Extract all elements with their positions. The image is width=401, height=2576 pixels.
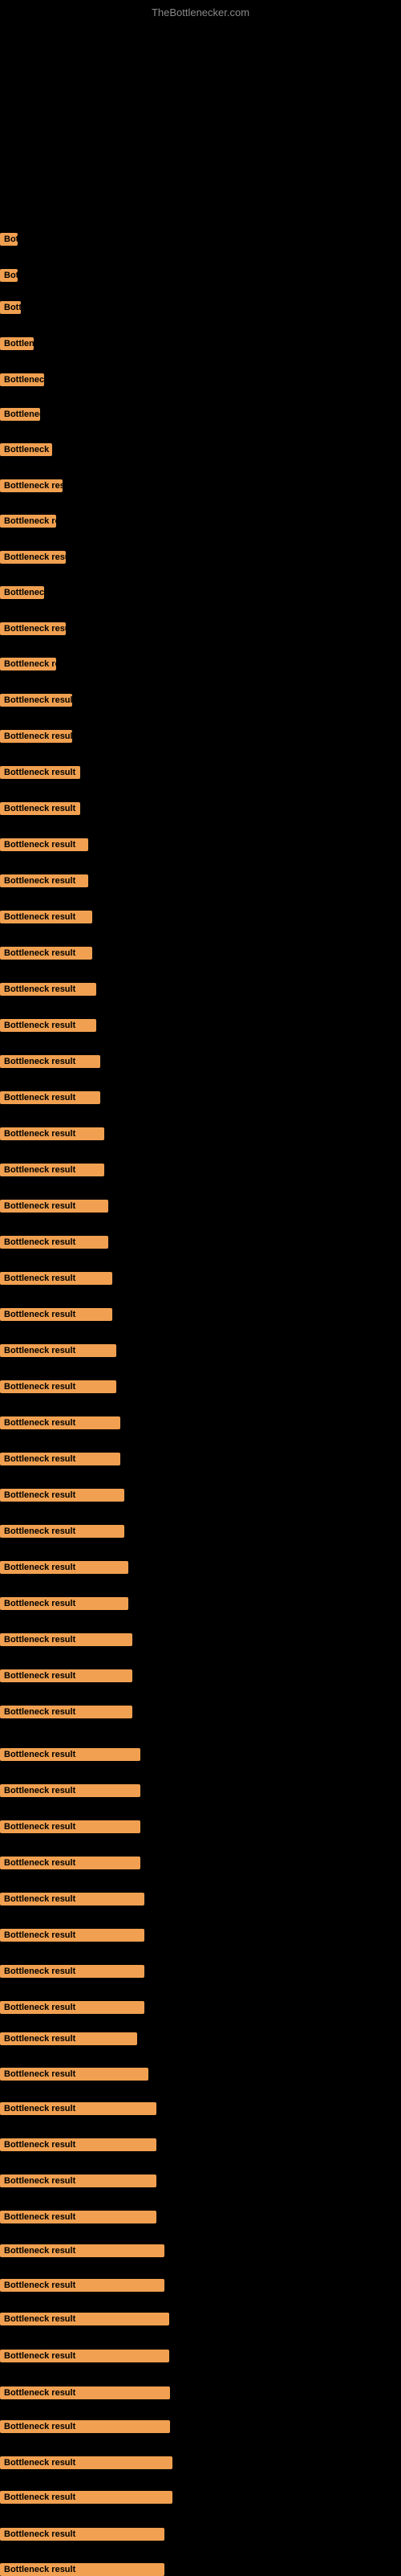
bottleneck-result-label: Bottleneck result — [0, 2386, 170, 2399]
bottleneck-result-label: Bottleneck result — [0, 479, 63, 492]
bottleneck-result-label: Bottleneck result — [0, 1272, 112, 1285]
bottleneck-result-label: Bottleneck result — [0, 1055, 100, 1068]
bottleneck-result-label: Bottleneck result — [0, 766, 80, 779]
bottleneck-result-label: Bottleneck result — [0, 1706, 132, 1718]
bottleneck-result-label: Bottleneck result — [0, 1019, 96, 1032]
bottleneck-result-label: Bottleneck result — [0, 2244, 164, 2257]
bottleneck-result-label: Bottleneck result — [0, 983, 96, 996]
bottleneck-result-label: Bottleneck result — [0, 2456, 172, 2469]
bottleneck-result-label: Bottleneck result — [0, 408, 40, 421]
bottleneck-result-label: Bottleneck result — [0, 1127, 104, 1140]
bottleneck-result-label: Bottleneck result — [0, 2138, 156, 2151]
bottleneck-result-label: Bottleneck result — [0, 1416, 120, 1429]
bottleneck-result-label: Bottleneck result — [0, 1091, 100, 1104]
bottleneck-result-label: Bottleneck result — [0, 911, 92, 923]
bottleneck-result-label: Bottleneck result — [0, 1200, 108, 1213]
bottleneck-result-label: Bottleneck result — [0, 443, 52, 456]
bottleneck-result-label: Bottleneck result — [0, 1929, 144, 1942]
bottleneck-result-label: Bottleneck result — [0, 2528, 164, 2541]
bottleneck-result-label: Bottleneck result — [0, 2491, 172, 2504]
bottleneck-result-label: Bottleneck result — [0, 1561, 128, 1574]
bottleneck-result-label: Bottleneck result — [0, 874, 88, 887]
bottleneck-result-label: Bottleneck result — [0, 269, 18, 282]
bottleneck-result-label: Bottleneck result — [0, 233, 18, 246]
bottleneck-result-label: Bottleneck result — [0, 1633, 132, 1646]
site-title: TheBottlenecker.com — [152, 6, 249, 18]
bottleneck-result-label: Bottleneck result — [0, 2068, 148, 2081]
bottleneck-result-label: Bottleneck result — [0, 2350, 169, 2362]
bottleneck-result-label: Bottleneck result — [0, 838, 88, 851]
bottleneck-result-label: Bottleneck result — [0, 2211, 156, 2223]
bottleneck-result-label: Bottleneck result — [0, 1965, 144, 1978]
bottleneck-result-label: Bottleneck result — [0, 2032, 137, 2045]
bottleneck-result-label: Bottleneck result — [0, 1380, 116, 1393]
bottleneck-result-label: Bottleneck result — [0, 2420, 170, 2433]
bottleneck-result-label: Bottleneck result — [0, 802, 80, 815]
bottleneck-result-label: Bottleneck result — [0, 1164, 104, 1176]
bottleneck-result-label: Bottleneck result — [0, 1748, 140, 1761]
bottleneck-result-label: Bottleneck result — [0, 337, 34, 350]
bottleneck-result-label: Bottleneck result — [0, 551, 66, 564]
bottleneck-result-label: Bottleneck result — [0, 1236, 108, 1249]
bottleneck-result-label: Bottleneck result — [0, 1308, 112, 1321]
bottleneck-result-label: Bottleneck result — [0, 1453, 120, 1465]
bottleneck-result-label: Bottleneck result — [0, 1820, 140, 1833]
bottleneck-result-label: Bottleneck result — [0, 1784, 140, 1797]
bottleneck-result-label: Bottleneck result — [0, 2175, 156, 2187]
bottleneck-result-label: Bottleneck result — [0, 1669, 132, 1682]
bottleneck-result-label: Bottleneck result — [0, 1893, 144, 1906]
bottleneck-result-label: Bottleneck result — [0, 373, 44, 386]
bottleneck-result-label: Bottleneck result — [0, 622, 66, 635]
bottleneck-result-label: Bottleneck result — [0, 515, 56, 528]
bottleneck-result-label: Bottleneck result — [0, 730, 72, 743]
bottleneck-result-label: Bottleneck result — [0, 658, 56, 670]
bottleneck-result-label: Bottleneck result — [0, 2563, 164, 2576]
bottleneck-result-label: Bottleneck result — [0, 1344, 116, 1357]
bottleneck-result-label: Bottleneck result — [0, 947, 92, 960]
bottleneck-result-label: Bottleneck result — [0, 1489, 124, 1502]
bottleneck-result-label: Bottleneck result — [0, 1597, 128, 1610]
bottleneck-result-label: Bottleneck result — [0, 586, 44, 599]
bottleneck-result-label: Bottleneck result — [0, 2102, 156, 2115]
bottleneck-result-label: Bottleneck result — [0, 2001, 144, 2014]
bottleneck-result-label: Bottleneck result — [0, 2313, 169, 2325]
bottleneck-result-label: Bottleneck result — [0, 694, 72, 707]
bottleneck-result-label: Bottleneck result — [0, 1525, 124, 1538]
bottleneck-result-label: Bottleneck result — [0, 1857, 140, 1869]
bottleneck-result-label: Bottleneck result — [0, 301, 21, 314]
bottleneck-result-label: Bottleneck result — [0, 2279, 164, 2292]
